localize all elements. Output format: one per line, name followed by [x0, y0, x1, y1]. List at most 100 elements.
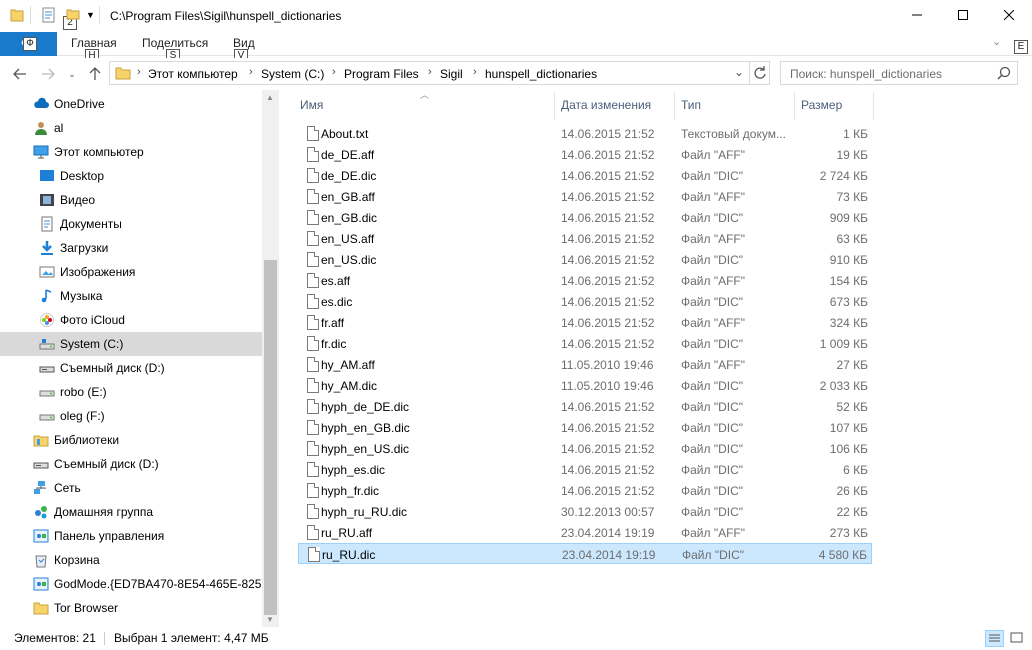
- tab-home[interactable]: Главная: [71, 36, 117, 50]
- breadcrumb-sigil[interactable]: Sigil: [440, 67, 463, 81]
- column-header-type[interactable]: Тип: [681, 98, 701, 112]
- nav-item[interactable]: Музыка: [0, 284, 262, 308]
- breadcrumb-this-pc[interactable]: Этот компьютер: [148, 67, 238, 81]
- nav-item[interactable]: robo (E:): [0, 380, 262, 404]
- computer-icon: [33, 144, 49, 160]
- file-row[interactable]: en_GB.dic 14.06.2015 21:52 Файл "DIC" 909 К…: [298, 207, 872, 228]
- minimize-button[interactable]: [894, 0, 940, 30]
- file-icon: [307, 231, 319, 246]
- cloud-icon: [33, 96, 49, 112]
- system-drive-icon: [39, 336, 55, 352]
- file-row[interactable]: fr.dic 14.06.2015 21:52 Файл "DIC" 1 009 КБ: [298, 333, 872, 354]
- column-divider[interactable]: [873, 92, 874, 120]
- file-name: hy_AM.dic: [321, 379, 378, 393]
- column-header-date[interactable]: Дата изменения: [561, 98, 651, 112]
- nav-item[interactable]: al: [0, 116, 262, 140]
- nav-scrollbar[interactable]: ▲ ▼: [262, 90, 279, 627]
- file-row[interactable]: hy_AM.dic 11.05.2010 19:46 Файл "DIC" 2 033…: [298, 375, 872, 396]
- maximize-button[interactable]: [940, 0, 986, 30]
- file-row[interactable]: hyph_de_DE.dic 14.06.2015 21:52 Файл "DIC"…: [298, 396, 872, 417]
- details-view-button[interactable]: [985, 630, 1004, 647]
- close-button[interactable]: [986, 0, 1032, 30]
- search-icon[interactable]: [997, 66, 1011, 83]
- file-row[interactable]: ru_RU.aff 23.04.2014 19:19 Файл "AFF" 273 К…: [298, 522, 872, 543]
- scroll-down-icon[interactable]: ▼: [266, 615, 274, 624]
- nav-item[interactable]: Документы: [0, 212, 262, 236]
- nav-item[interactable]: OneDrive: [0, 92, 262, 116]
- forward-button[interactable]: [38, 64, 58, 84]
- file-row[interactable]: ru_RU.dic 23.04.2014 19:19 Файл "DIC" 4 580…: [298, 543, 872, 564]
- recent-locations-button[interactable]: ⌄: [62, 64, 82, 84]
- nav-item[interactable]: Этот компьютер: [0, 140, 262, 164]
- file-row[interactable]: hyph_fr.dic 14.06.2015 21:52 Файл "DIC" 26 …: [298, 480, 872, 501]
- file-row[interactable]: hy_AM.aff 11.05.2010 19:46 Файл "AFF" 27 КБ: [298, 354, 872, 375]
- nav-item[interactable]: Изображения: [0, 260, 262, 284]
- address-dropdown-icon[interactable]: ⌄: [734, 65, 744, 79]
- properties-icon[interactable]: [42, 7, 56, 26]
- customize-toolbar-icon[interactable]: ▼: [86, 10, 95, 20]
- pictures-icon: [39, 264, 55, 280]
- nav-item[interactable]: Видео: [0, 188, 262, 212]
- file-row[interactable]: es.aff 14.06.2015 21:52 Файл "AFF" 154 КБ: [298, 270, 872, 291]
- file-size: 673 КБ: [829, 295, 868, 309]
- tab-share[interactable]: Поделиться: [142, 36, 208, 50]
- file-type: Файл "DIC": [681, 211, 744, 225]
- nav-item[interactable]: Tor Browser: [0, 596, 262, 620]
- file-row[interactable]: fr.aff 14.06.2015 21:52 Файл "AFF" 324 КБ: [298, 312, 872, 333]
- selection-info: Выбран 1 элемент: 4,47 МБ: [114, 631, 269, 645]
- column-divider[interactable]: [674, 92, 675, 120]
- nav-item[interactable]: Сеть: [0, 476, 262, 500]
- nav-item[interactable]: Библиотеки: [0, 428, 262, 452]
- up-button[interactable]: [85, 64, 105, 84]
- address-bar[interactable]: › Этот компьютер › System (C:) › Program…: [109, 61, 770, 85]
- file-row[interactable]: es.dic 14.06.2015 21:52 Файл "DIC" 673 КБ: [298, 291, 872, 312]
- breadcrumb-program-files[interactable]: Program Files: [344, 67, 419, 81]
- nav-item[interactable]: Съемный диск (D:): [0, 356, 262, 380]
- back-button[interactable]: [10, 64, 30, 84]
- new-folder-icon[interactable]: [66, 7, 80, 24]
- breadcrumb-hunspell[interactable]: hunspell_dictionaries: [485, 67, 597, 81]
- nav-item-label: OneDrive: [54, 97, 105, 111]
- nav-item[interactable]: Фото iCloud: [0, 308, 262, 332]
- file-row[interactable]: en_US.dic 14.06.2015 21:52 Файл "DIC" 910 К…: [298, 249, 872, 270]
- column-divider[interactable]: [794, 92, 795, 120]
- scroll-up-icon[interactable]: ▲: [266, 93, 274, 102]
- nav-item[interactable]: oleg (F:): [0, 404, 262, 428]
- large-icons-view-button[interactable]: [1008, 630, 1027, 647]
- nav-scroll-thumb[interactable]: [264, 260, 277, 615]
- file-row[interactable]: de_DE.dic 14.06.2015 21:52 Файл "DIC" 2 724…: [298, 165, 872, 186]
- breadcrumb-system-c[interactable]: System (C:): [261, 67, 324, 81]
- search-input[interactable]: Поиск: hunspell_dictionaries: [780, 61, 1018, 85]
- nav-item[interactable]: Корзина: [0, 548, 262, 572]
- file-type: Файл "DIC": [681, 253, 744, 267]
- column-header-name[interactable]: Имя: [300, 98, 323, 112]
- file-row[interactable]: en_US.aff 14.06.2015 21:52 Файл "AFF" 63 КБ: [298, 228, 872, 249]
- file-size: 910 КБ: [829, 253, 868, 267]
- file-row[interactable]: hyph_es.dic 14.06.2015 21:52 Файл "DIC" 6 К…: [298, 459, 872, 480]
- help-keytip: E: [1014, 40, 1028, 54]
- file-size: 27 КБ: [836, 358, 868, 372]
- nav-item[interactable]: Съемный диск (D:): [0, 452, 262, 476]
- file-date: 14.06.2015 21:52: [561, 295, 655, 309]
- refresh-icon[interactable]: [753, 65, 767, 84]
- column-header-size[interactable]: Размер: [801, 98, 842, 112]
- nav-item-label: Документы: [60, 217, 122, 231]
- nav-item[interactable]: Домашняя группа: [0, 500, 262, 524]
- file-row[interactable]: de_DE.aff 14.06.2015 21:52 Файл "AFF" 19 КБ: [298, 144, 872, 165]
- column-divider[interactable]: [554, 92, 555, 120]
- nav-item[interactable]: GodMode.{ED7BA470-8E54-465E-825C-9: [0, 572, 279, 596]
- nav-item-label: oleg (F:): [60, 409, 105, 423]
- nav-item[interactable]: Загрузки: [0, 236, 262, 260]
- file-row[interactable]: hyph_en_GB.dic 14.06.2015 21:52 Файл "DIC"…: [298, 417, 872, 438]
- nav-item[interactable]: Панель управления: [0, 524, 262, 548]
- expand-ribbon-icon[interactable]: ⌄: [992, 35, 1001, 48]
- file-row[interactable]: About.txt 14.06.2015 21:52 Текстовый докум…: [298, 123, 872, 144]
- file-tab[interactable]: Ф Ф: [0, 32, 57, 56]
- nav-item[interactable]: Desktop: [0, 164, 262, 188]
- file-row[interactable]: en_GB.aff 14.06.2015 21:52 Файл "AFF" 73 КБ: [298, 186, 872, 207]
- file-row[interactable]: hyph_ru_RU.dic 30.12.2013 00:57 Файл "DIC"…: [298, 501, 872, 522]
- nav-item[interactable]: System (C:): [0, 332, 262, 356]
- file-type: Файл "DIC": [681, 400, 744, 414]
- tab-view[interactable]: Вид: [233, 36, 255, 50]
- file-row[interactable]: hyph_en_US.dic 14.06.2015 21:52 Файл "DIC"…: [298, 438, 872, 459]
